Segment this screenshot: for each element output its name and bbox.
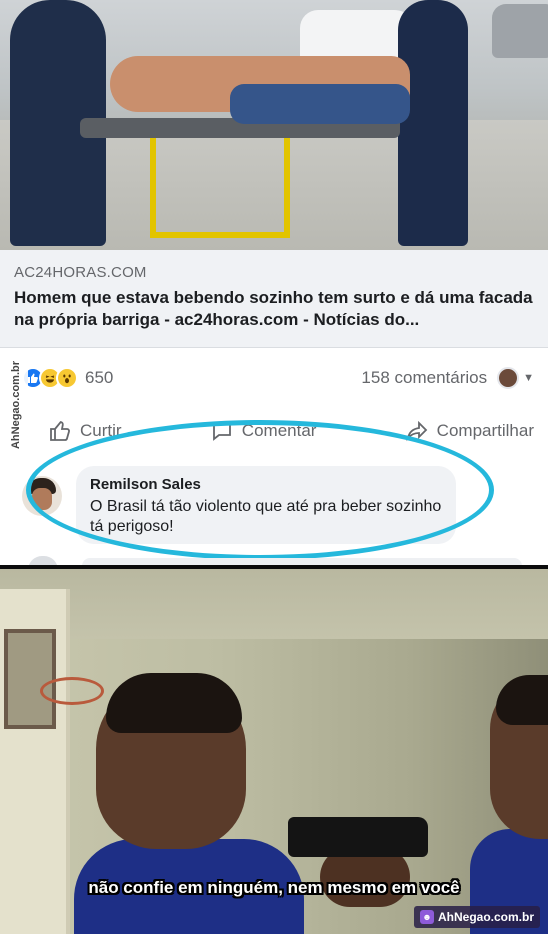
wow-reaction-icon bbox=[56, 367, 78, 389]
comment-label: Comentar bbox=[241, 421, 317, 440]
vertical-watermark: AhNegao.com.br bbox=[4, 350, 28, 460]
next-comment-bubble bbox=[82, 558, 522, 565]
next-comment-avatar bbox=[28, 556, 58, 565]
meme-ceiling bbox=[0, 569, 548, 639]
next-comment-peek bbox=[28, 554, 528, 565]
avatar-face bbox=[32, 488, 52, 510]
comment-bubble: Remilson Sales O Brasil tá tão violento … bbox=[76, 466, 456, 544]
meme-caption: não confie em ninguém, nem mesmo em você bbox=[88, 878, 460, 897]
meme-pistol bbox=[288, 817, 428, 857]
commenter-avatar[interactable] bbox=[22, 476, 62, 516]
viewer-avatar[interactable] bbox=[497, 367, 520, 389]
reaction-count[interactable]: 650 bbox=[85, 368, 113, 388]
thumbs-up-icon bbox=[50, 421, 70, 441]
reaction-icons[interactable] bbox=[22, 367, 78, 389]
comment-author[interactable]: Remilson Sales bbox=[90, 476, 442, 493]
comment-count[interactable]: 158 comentários bbox=[361, 368, 487, 388]
link-preview[interactable]: AC24HORAS.COM Homem que estava bebendo s… bbox=[0, 250, 548, 348]
facebook-post: AC24HORAS.COM Homem que estava bebendo s… bbox=[0, 0, 548, 565]
comment-button[interactable]: Comentar bbox=[210, 419, 317, 443]
photo-stretcher-frame bbox=[150, 138, 290, 238]
photo-grey-car bbox=[492, 4, 548, 58]
link-title[interactable]: Homem que estava bebendo sozinho tem sur… bbox=[14, 287, 534, 331]
corner-watermark: ☻ AhNegao.com.br bbox=[413, 906, 540, 928]
meme-wall-frame bbox=[4, 629, 56, 729]
chevron-down-icon[interactable]: ▼ bbox=[523, 372, 534, 384]
meme-man-hair bbox=[106, 673, 242, 733]
news-photo[interactable] bbox=[0, 0, 548, 250]
vertical-watermark-text: AhNegao.com.br bbox=[10, 360, 23, 450]
watermark-logo-icon: ☻ bbox=[419, 910, 434, 924]
reactions-row: 650 158 comentários ▼ bbox=[0, 358, 548, 398]
link-domain: AC24HORAS.COM bbox=[14, 264, 147, 281]
comment-text: O Brasil tá tão violento que até pra beb… bbox=[90, 498, 442, 535]
comment: Remilson Sales O Brasil tá tão violento … bbox=[22, 466, 522, 552]
photo-paramedic-right bbox=[398, 0, 468, 246]
comment-icon bbox=[212, 422, 231, 441]
like-label: Curtir bbox=[80, 421, 122, 440]
meme-reflection-hair bbox=[496, 675, 548, 725]
share-arrow-icon bbox=[406, 420, 427, 442]
post-actions: Curtir Comentar Compartilhar bbox=[0, 412, 548, 450]
like-button[interactable]: Curtir bbox=[48, 419, 122, 443]
corner-watermark-text: AhNegao.com.br bbox=[437, 910, 534, 924]
photo-patient-jeans bbox=[230, 84, 410, 124]
share-label: Compartilhar bbox=[436, 421, 534, 440]
share-button[interactable]: Compartilhar bbox=[405, 419, 534, 443]
